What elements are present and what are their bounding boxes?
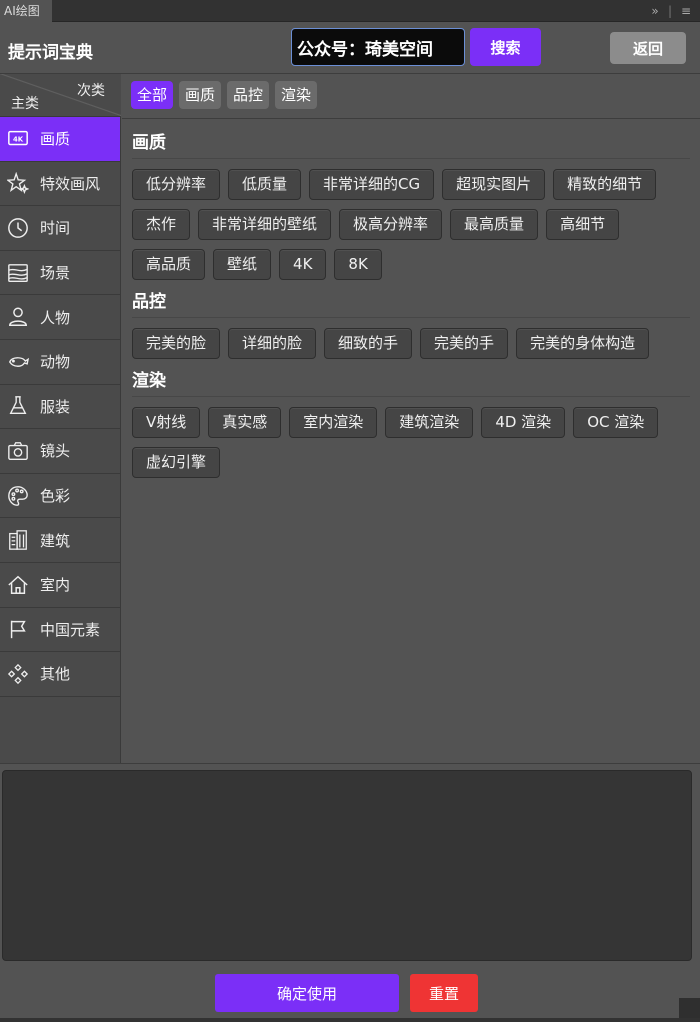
- keyword-chip[interactable]: 精致的细节: [553, 169, 657, 200]
- sidebar-item[interactable]: 4K 画质: [0, 117, 120, 162]
- keyword-chip[interactable]: 4D 渲染: [481, 407, 566, 438]
- keyword-chip[interactable]: 非常详细的壁纸: [198, 209, 332, 240]
- collapse-panel-icon[interactable]: »: [644, 0, 666, 22]
- keyword-content: 画质低分辨率 低质量 非常详细的CG 超现实图片 精致的细节杰作 非常详细的壁纸 极高分辨率…: [122, 119, 700, 478]
- animal-icon: [6, 350, 30, 374]
- keyword-chip[interactable]: 低分辨率: [132, 169, 221, 200]
- divider: [0, 763, 700, 764]
- sidebar-item-label: 其他: [40, 665, 71, 684]
- sidebar-item[interactable]: 人物: [0, 295, 120, 340]
- category-corner-header: 次类 主类: [0, 74, 121, 117]
- sidebar-item-label: 人物: [40, 308, 71, 327]
- section-title: 品控: [132, 290, 690, 318]
- resize-grip[interactable]: [679, 998, 700, 1018]
- keyword-chip[interactable]: 极高分辨率: [339, 209, 443, 240]
- subcategory-tab[interactable]: 全部: [131, 81, 174, 109]
- sidebar-item-label: 画质: [40, 130, 71, 149]
- subcategory-tabs: 全部 画质 品控 渲染: [122, 74, 700, 119]
- reset-button[interactable]: 重置: [410, 974, 478, 1012]
- keyword-chip[interactable]: 最高质量: [450, 209, 539, 240]
- sidebar-item-label: 特效画风: [40, 174, 101, 193]
- keyword-chip-group: 完美的脸 详细的脸 细致的手 完美的手 完美的身体构造: [132, 328, 690, 359]
- header: 提示词宝典 搜索 返回: [0, 22, 700, 74]
- keyword-chip[interactable]: 室内渲染: [289, 407, 378, 438]
- sidebar-item[interactable]: 场景: [0, 251, 120, 296]
- keyword-chip[interactable]: 高品质: [132, 249, 206, 280]
- clock-icon: [6, 216, 30, 240]
- keyword-chip-group: V射线 真实感 室内渲染 建筑渲染 4D 渲染 OC 渲染虚幻引擎: [132, 407, 690, 478]
- diamonds-icon: [6, 662, 30, 686]
- keyword-chip[interactable]: 4K: [279, 249, 327, 280]
- keyword-chip[interactable]: 8K: [334, 249, 382, 280]
- panel-separator: |: [667, 4, 673, 18]
- sidebar-item-label: 时间: [40, 219, 71, 238]
- sidebar-item[interactable]: 动物: [0, 340, 120, 385]
- keyword-chip[interactable]: 虚幻引擎: [132, 447, 221, 478]
- keyword-chip-group: 低分辨率 低质量 非常详细的CG 超现实图片 精致的细节杰作 非常详细的壁纸 极高分辨率 最高…: [132, 169, 690, 280]
- keyword-chip[interactable]: 详细的脸: [228, 328, 317, 359]
- back-button[interactable]: 返回: [610, 32, 686, 64]
- keyword-chip[interactable]: V射线: [132, 407, 201, 438]
- sidebar-item-label: 服装: [40, 397, 71, 416]
- keyword-chip[interactable]: 细致的手: [324, 328, 413, 359]
- palette-icon: [6, 484, 30, 508]
- sidebar-item-label: 建筑: [40, 531, 71, 550]
- sidebar-item-label: 色彩: [40, 487, 71, 506]
- sidebar-item[interactable]: 中国元素: [0, 608, 120, 653]
- panel-tab[interactable]: AI绘图: [0, 0, 52, 22]
- category-sidebar: 次类 主类 4K 画质特效画风时间场景人物动物服装镜头色彩建筑室内中国元素其他: [0, 74, 121, 763]
- sidebar-item[interactable]: 色彩: [0, 474, 120, 519]
- panel-tab-bar: AI绘图 » | ≡: [0, 0, 700, 22]
- keyword-chip[interactable]: 杰作: [132, 209, 191, 240]
- keyword-chip[interactable]: OC 渲染: [573, 407, 659, 438]
- search-input[interactable]: [291, 28, 465, 66]
- search-button[interactable]: 搜索: [470, 28, 541, 66]
- prompt-textarea[interactable]: [2, 770, 692, 961]
- subcategory-tab[interactable]: 渲染: [275, 81, 318, 109]
- keyword-chip[interactable]: 非常详细的CG: [309, 169, 435, 200]
- app-title: 提示词宝典: [8, 43, 93, 63]
- sidebar-item[interactable]: 服装: [0, 385, 120, 430]
- bottom-edge: [0, 1018, 700, 1022]
- landscape-icon: [6, 261, 30, 285]
- camera-icon: [6, 439, 30, 463]
- person-icon: [6, 305, 30, 329]
- keyword-chip[interactable]: 真实感: [208, 407, 282, 438]
- section-title: 画质: [132, 131, 690, 159]
- sidebar-item[interactable]: 建筑: [0, 518, 120, 563]
- keyword-chip[interactable]: 完美的身体构造: [516, 328, 650, 359]
- keyword-chip[interactable]: 建筑渲染: [385, 407, 474, 438]
- confirm-button[interactable]: 确定使用: [215, 974, 399, 1012]
- keyword-chip[interactable]: 超现实图片: [442, 169, 546, 200]
- house-icon: [6, 573, 30, 597]
- sidebar-item-label: 动物: [40, 353, 71, 372]
- sidebar-item[interactable]: 室内: [0, 563, 120, 608]
- sidebar-item-label: 场景: [40, 264, 71, 283]
- main-panel: 全部 画质 品控 渲染 画质 低分辨率 低质量 非常详细的CG 超现实图片 精致的细节 杰作 非常详…: [122, 74, 700, 763]
- keyword-chip[interactable]: 高细节: [546, 209, 620, 240]
- svg-text:4K: 4K: [13, 135, 24, 143]
- keyword-chip[interactable]: 完美的脸: [132, 328, 221, 359]
- sidebar-item-label: 镜头: [40, 442, 71, 461]
- keyword-chip[interactable]: 完美的手: [420, 328, 509, 359]
- building-icon: [6, 528, 30, 552]
- hanger-icon: [6, 394, 30, 418]
- sidebar-item[interactable]: 特效画风: [0, 162, 120, 207]
- flag-icon: [6, 617, 30, 641]
- sidebar-item[interactable]: 时间: [0, 206, 120, 251]
- sidebar-item-label: 室内: [40, 576, 71, 595]
- sidebar-item[interactable]: 镜头: [0, 429, 120, 474]
- section-title: 渲染: [132, 369, 690, 397]
- keyword-chip[interactable]: 低质量: [228, 169, 302, 200]
- sparkle-icon: [6, 171, 30, 195]
- corner-main-label: 主类: [11, 96, 39, 112]
- subcategory-tab[interactable]: 品控: [227, 81, 270, 109]
- panel-menu-icon[interactable]: ≡: [676, 0, 696, 22]
- 4k-icon: 4K: [6, 127, 30, 151]
- sidebar-item[interactable]: 其他: [0, 652, 120, 697]
- sidebar-item-label: 中国元素: [40, 620, 101, 639]
- corner-sub-label: 次类: [77, 83, 105, 99]
- subcategory-tab[interactable]: 画质: [179, 81, 222, 109]
- keyword-chip[interactable]: 壁纸: [213, 249, 272, 280]
